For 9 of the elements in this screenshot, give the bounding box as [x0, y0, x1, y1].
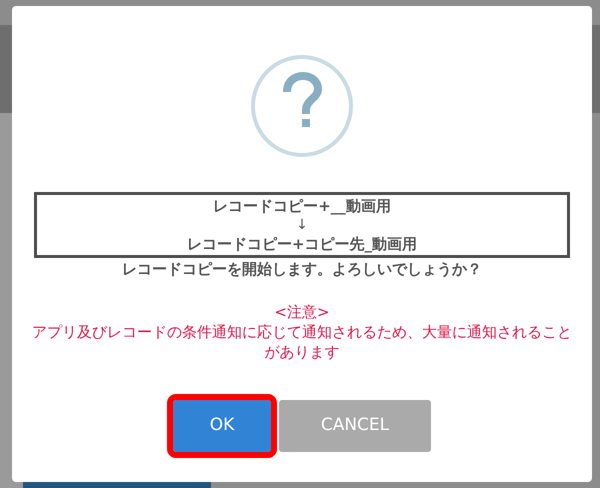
- cancel-button[interactable]: CANCEL: [279, 400, 431, 452]
- source-name: レコードコピー+__動画用: [213, 196, 391, 216]
- notice-text: アプリ及びレコードの条件通知に応じて通知されるため、大量に通知されることがあります: [32, 322, 572, 362]
- notice-title: <注意>: [274, 302, 330, 322]
- destination-name: レコードコピー+コピー先_動画用: [186, 234, 418, 254]
- arrow-icon: ↓: [296, 216, 308, 234]
- confirm-message: レコードコピーを開始します。よろしいでしょうか？: [122, 259, 482, 280]
- question-icon: [250, 54, 354, 158]
- ok-button[interactable]: OK: [173, 400, 271, 452]
